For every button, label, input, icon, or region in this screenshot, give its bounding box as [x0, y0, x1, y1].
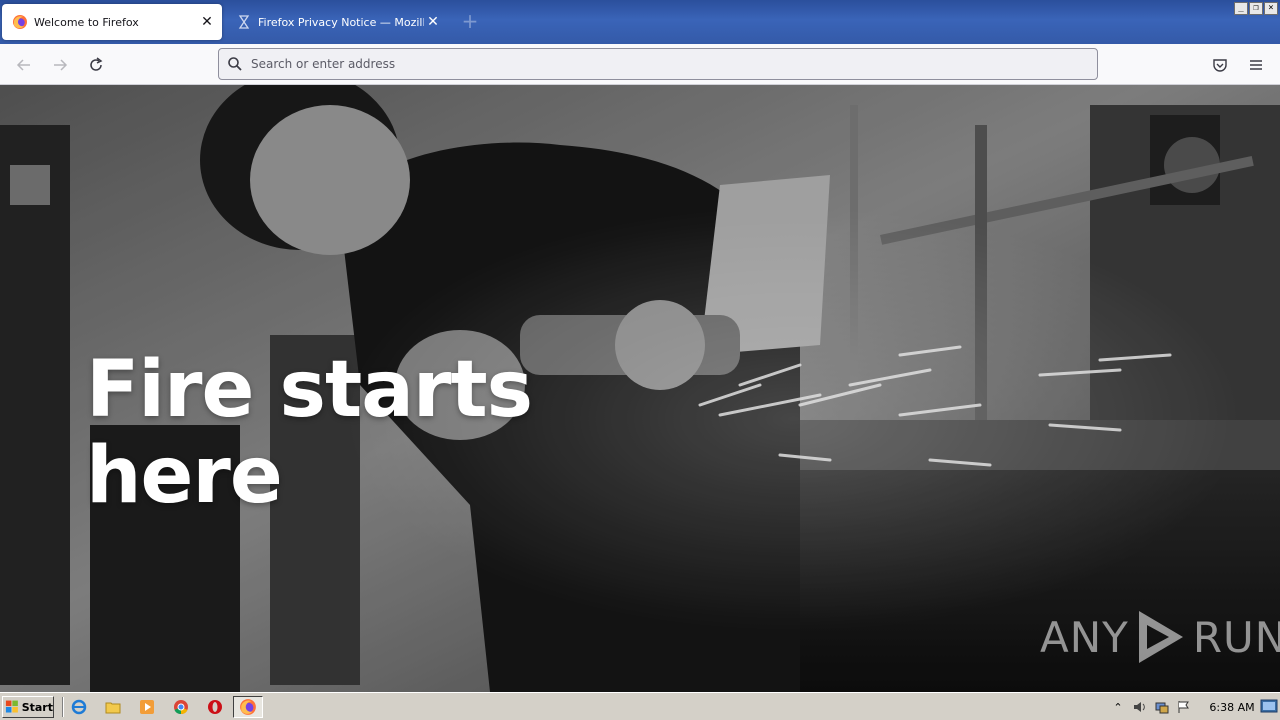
page-content: Fire starts here ANY RUN	[0, 85, 1280, 692]
search-input[interactable]	[251, 50, 1097, 78]
reload-button[interactable]	[84, 53, 108, 77]
watermark-right-text: RUN	[1192, 612, 1280, 662]
firefox-icon	[13, 15, 27, 29]
windows-logo-icon	[5, 700, 18, 713]
window-controls: _ ❐ ×	[1234, 2, 1278, 15]
tab-title: Firefox Privacy Notice — Mozilla	[258, 15, 424, 29]
show-desktop-icon[interactable]	[1260, 697, 1278, 715]
tab-privacy-notice[interactable]: Firefox Privacy Notice — Mozilla ✕	[226, 4, 448, 40]
clock[interactable]: 6:38 AM	[1204, 701, 1260, 714]
back-arrow-icon	[16, 59, 30, 71]
restore-button[interactable]: ❐	[1249, 2, 1263, 15]
hero-heading: Fire starts here	[86, 345, 533, 521]
internet-explorer-icon[interactable]	[70, 698, 88, 716]
flag-icon[interactable]	[1176, 699, 1192, 715]
pocket-button[interactable]	[1208, 53, 1232, 77]
tab-strip: Welcome to Firefox ✕ Firefox Privacy Not…	[0, 0, 1280, 44]
tab-welcome[interactable]: Welcome to Firefox ✕	[2, 4, 222, 40]
forward-arrow-icon	[54, 59, 68, 71]
new-tab-button[interactable]: +	[460, 11, 480, 32]
system-tray: ⌃ 6:38 AM	[1104, 695, 1280, 719]
taskbar-separator	[62, 697, 64, 717]
opera-icon[interactable]	[206, 698, 224, 716]
hamburger-menu-icon	[1250, 60, 1262, 70]
anyrun-watermark: ANY RUN	[1040, 607, 1280, 667]
pocket-icon	[1213, 59, 1227, 72]
reload-icon	[90, 57, 103, 71]
hourglass-icon	[238, 15, 250, 29]
folder-icon[interactable]	[104, 698, 122, 716]
chevron-up-icon[interactable]: ⌃	[1110, 699, 1126, 715]
network-icon[interactable]	[1154, 699, 1170, 715]
chrome-icon[interactable]	[172, 698, 190, 716]
minimize-button[interactable]: _	[1234, 2, 1248, 15]
close-tab-icon[interactable]: ✕	[198, 13, 216, 31]
address-bar[interactable]	[218, 48, 1098, 80]
play-logo-icon	[1138, 611, 1183, 663]
back-button[interactable]	[12, 53, 36, 77]
close-tab-icon[interactable]: ✕	[424, 13, 442, 31]
close-window-button[interactable]: ×	[1264, 2, 1278, 15]
tab-title: Welcome to Firefox	[34, 15, 139, 29]
watermark-left-text: ANY	[1040, 612, 1129, 662]
speaker-icon[interactable]	[1132, 699, 1148, 715]
search-icon	[228, 57, 242, 71]
start-button[interactable]: Start	[2, 696, 54, 718]
app-menu-button[interactable]	[1244, 53, 1268, 77]
media-player-icon[interactable]	[138, 698, 156, 716]
navigation-toolbar	[0, 44, 1280, 85]
taskbar-firefox-button[interactable]	[233, 696, 263, 718]
forward-button[interactable]	[48, 53, 72, 77]
firefox-icon	[240, 699, 256, 715]
taskbar: Start ⌃ 6:38 AM	[0, 692, 1280, 720]
start-label: Start	[21, 700, 53, 714]
